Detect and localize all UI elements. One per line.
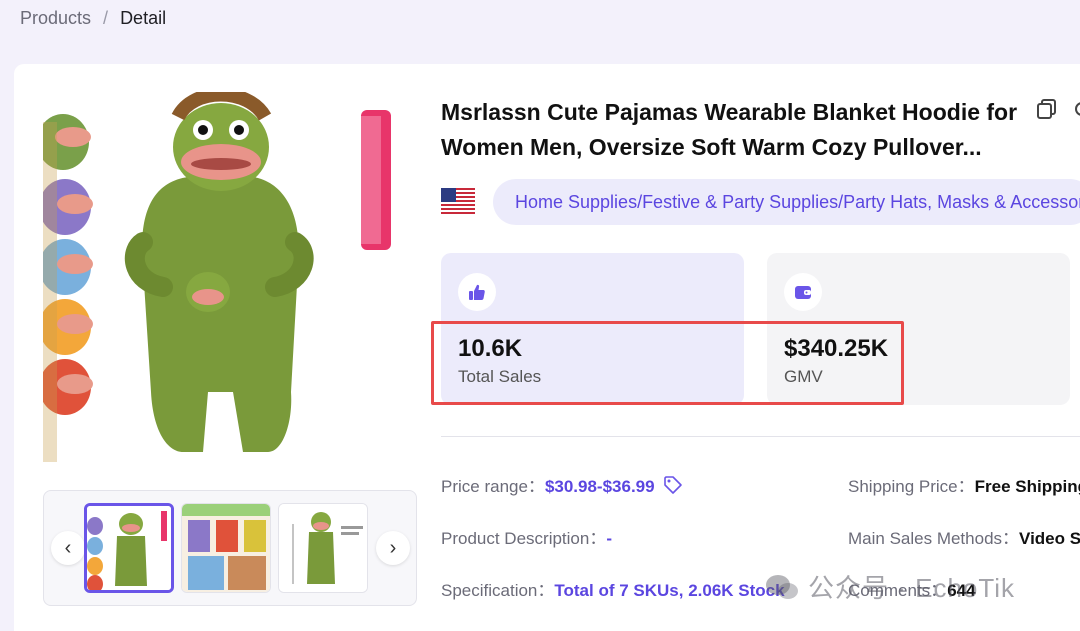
chevron-right-icon: › — [389, 536, 397, 559]
breadcrumb: Products / Detail — [20, 8, 166, 29]
price-range-row: Price range：$30.98-$36.99 — [441, 472, 683, 500]
category-pill[interactable]: Home Supplies/Festive & Party Supplies/P… — [493, 179, 1080, 225]
us-flag-icon — [441, 188, 475, 214]
thumbnail-2[interactable] — [181, 503, 271, 593]
shipping-row: Shipping Price：Free Shipping — [848, 472, 1080, 497]
main-product-image[interactable] — [43, 92, 417, 466]
thumbnail-next-button[interactable]: › — [376, 531, 410, 565]
thumbnail-prev-button[interactable]: ‹ — [51, 531, 85, 565]
watermark-text: 公众号 · EchoTik — [808, 573, 1016, 603]
watermark: 公众号 · EchoTik — [764, 568, 1015, 605]
side-puppets — [43, 114, 93, 462]
description-row: Product Description：- — [441, 524, 612, 549]
breadcrumb-products-link[interactable]: Products — [20, 8, 91, 29]
description-label: Product Description： — [441, 529, 607, 548]
specification-row: Specification：Total of 7 SKUs, 2.06K Sto… — [441, 576, 785, 601]
wallet-icon — [784, 273, 822, 311]
thumbnail-3[interactable] — [278, 503, 368, 593]
sales-methods-row: Main Sales Methods：Video Sa — [848, 524, 1080, 549]
description-value: - — [606, 529, 613, 548]
specification-value[interactable]: Total of 7 SKUs, 2.06K Stock — [554, 581, 784, 600]
thumbs-up-icon — [458, 273, 496, 311]
settings-icon[interactable] — [1072, 98, 1080, 120]
price-range-label: Price range： — [441, 477, 545, 496]
breadcrumb-separator: / — [103, 8, 109, 28]
product-title: Msrlassn Cute Pajamas Wearable Blanket H… — [441, 99, 1018, 160]
wechat-icon — [766, 574, 798, 599]
green-costume-figure — [124, 92, 314, 452]
chevron-left-icon: ‹ — [64, 536, 72, 559]
divider — [441, 436, 1080, 437]
shipping-label: Shipping Price： — [848, 477, 975, 496]
sales-methods-value: Video Sa — [1019, 529, 1080, 548]
thumbnail-1[interactable] — [84, 503, 174, 593]
thumbnail-strip: ‹ › — [43, 490, 417, 606]
copy-icon[interactable] — [1036, 98, 1058, 120]
specification-label: Specification： — [441, 581, 555, 600]
sales-methods-label: Main Sales Methods： — [848, 529, 1020, 548]
shipping-value: Free Shipping — [974, 477, 1080, 496]
breadcrumb-current: Detail — [120, 8, 167, 28]
price-range-value: $30.98-$36.99 — [544, 477, 655, 496]
tag-icon[interactable] — [663, 475, 683, 500]
highlight-box — [431, 321, 904, 405]
